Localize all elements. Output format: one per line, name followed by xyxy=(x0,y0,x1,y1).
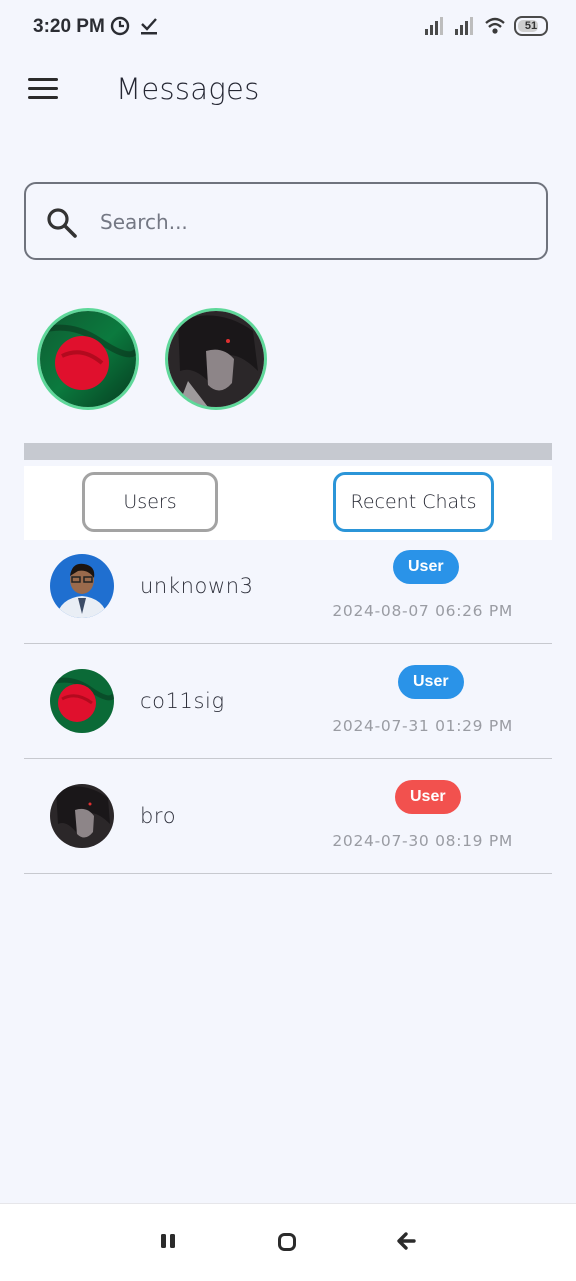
hamburger-menu-icon[interactable] xyxy=(28,78,60,102)
download-done-icon xyxy=(141,18,157,35)
page-title: Messages xyxy=(116,72,260,106)
status-icons-right: 51 xyxy=(424,16,548,36)
status-time: 3:20 PM xyxy=(33,16,105,37)
chat-row[interactable]: co11sig User 2024-07-31 01:29 PM xyxy=(24,644,552,759)
signal-icon xyxy=(455,17,473,35)
chat-name: bro xyxy=(140,804,177,828)
anime-character-icon xyxy=(168,311,264,407)
tab-recent-chats[interactable]: Recent Chats xyxy=(333,472,494,532)
section-divider xyxy=(24,443,552,460)
back-icon[interactable] xyxy=(395,1231,417,1251)
avatar xyxy=(50,669,114,733)
person-photo-icon xyxy=(50,554,114,618)
status-badge: User xyxy=(398,665,464,699)
search-icon xyxy=(47,208,77,238)
status-badge: User xyxy=(395,780,461,814)
status-badge: User xyxy=(393,550,459,584)
story-avatar-2[interactable] xyxy=(165,308,267,410)
chat-row[interactable]: bro User 2024-07-30 08:19 PM xyxy=(24,759,552,874)
clock-icon xyxy=(110,16,130,36)
avatar xyxy=(50,554,114,618)
home-icon[interactable] xyxy=(277,1232,297,1252)
chat-time: 2024-07-31 01:29 PM xyxy=(332,717,513,735)
chat-name: co11sig xyxy=(140,689,225,713)
bangladesh-flag-icon xyxy=(40,311,136,407)
anime-character-icon xyxy=(50,784,114,848)
avatar xyxy=(50,784,114,848)
signal-icon xyxy=(425,17,443,35)
tab-users[interactable]: Users xyxy=(82,472,218,532)
search-input[interactable] xyxy=(100,206,520,238)
story-avatar-1[interactable] xyxy=(37,308,139,410)
bangladesh-flag-icon xyxy=(50,669,114,733)
recents-icon[interactable] xyxy=(159,1232,177,1250)
battery-icon: 51 xyxy=(514,16,548,36)
status-icons-left xyxy=(110,16,158,36)
wifi-icon xyxy=(485,17,505,34)
chat-time: 2024-07-30 08:19 PM xyxy=(332,832,513,850)
chat-time: 2024-08-07 06:26 PM xyxy=(332,602,513,620)
chat-name: unknown3 xyxy=(140,574,254,598)
chat-row[interactable]: unknown3 User 2024-08-07 06:26 PM xyxy=(24,529,552,644)
